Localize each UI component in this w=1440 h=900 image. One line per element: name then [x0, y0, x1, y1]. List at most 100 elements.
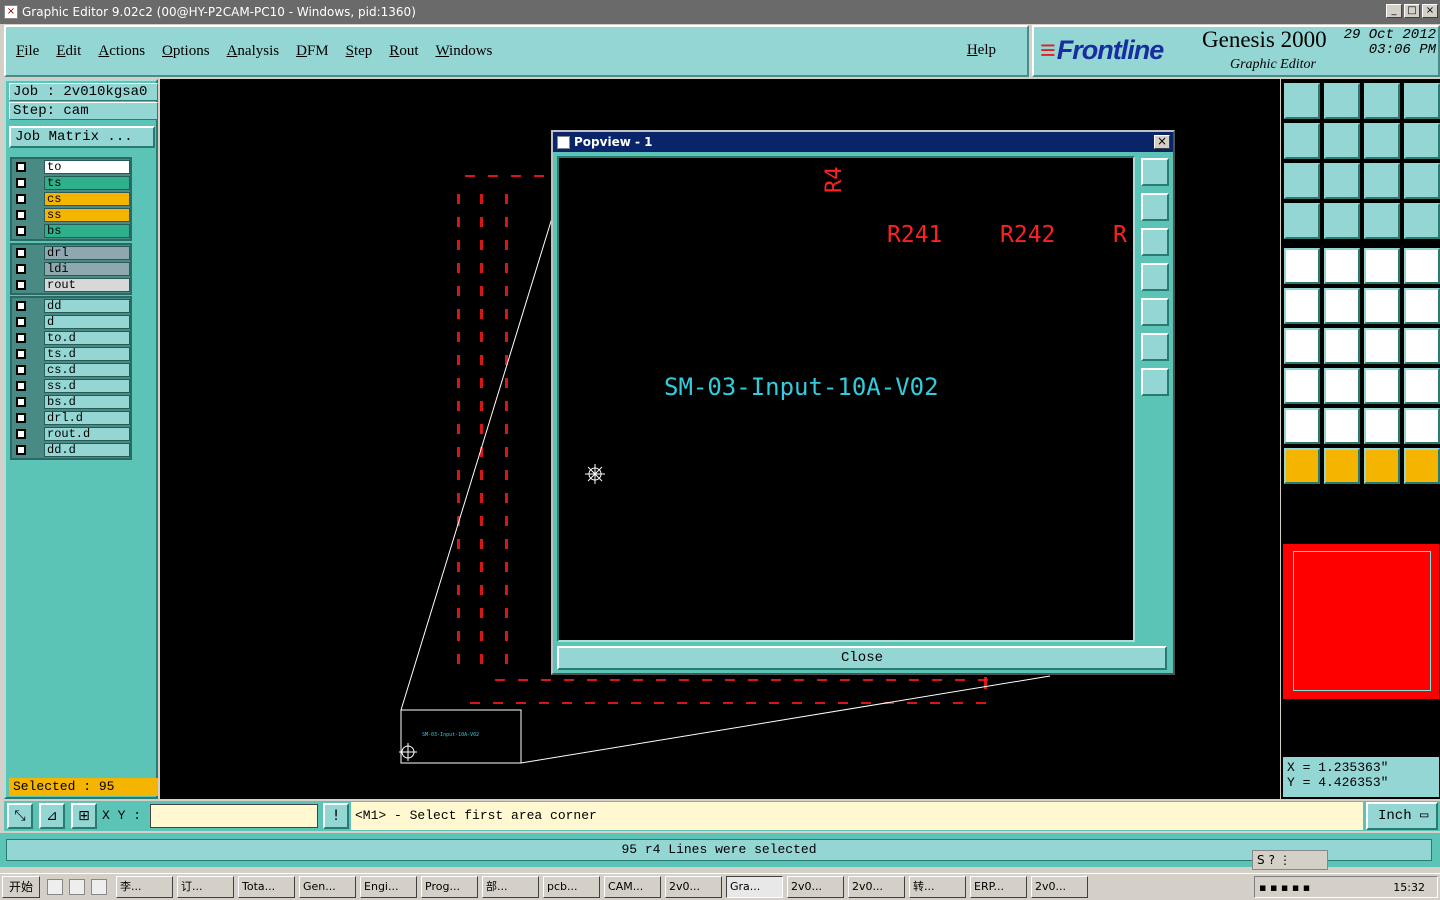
- taskbar-item[interactable]: pcb...: [543, 876, 601, 898]
- taskbar-item[interactable]: Gen...: [299, 876, 357, 898]
- layer-checkbox[interactable]: [16, 280, 26, 290]
- taskbar-item[interactable]: Engi...: [360, 876, 418, 898]
- layer-name[interactable]: dd: [44, 299, 130, 313]
- menu-windows[interactable]: Windows: [435, 43, 492, 60]
- layer-checkbox[interactable]: [16, 210, 26, 220]
- pv-pan-right-button[interactable]: [1141, 298, 1169, 326]
- menu-dfm[interactable]: DFM: [296, 43, 329, 60]
- pointer-c-icon[interactable]: [1364, 448, 1400, 484]
- close-window-button[interactable]: ×: [1422, 4, 1438, 18]
- exclamation-icon[interactable]: !: [323, 803, 349, 829]
- route-icon[interactable]: [1404, 448, 1440, 484]
- menu-rout[interactable]: Rout: [389, 43, 418, 60]
- arc-c-icon[interactable]: [1404, 408, 1440, 444]
- triangle-icon[interactable]: [1284, 408, 1320, 444]
- layer-checkbox[interactable]: [16, 365, 26, 375]
- start-button[interactable]: 开始: [2, 876, 41, 898]
- layer-name[interactable]: cs: [44, 192, 130, 206]
- pv-pan-left-button[interactable]: [1141, 263, 1169, 291]
- taskbar-item[interactable]: 2v0...: [1031, 876, 1089, 898]
- measure-icon[interactable]: ⊿: [39, 803, 65, 829]
- pv-zoom-out-button[interactable]: [1141, 368, 1169, 396]
- layer-checkbox[interactable]: [16, 381, 26, 391]
- pointer-icon[interactable]: [1284, 448, 1320, 484]
- layer-row-rout-d[interactable]: rout.d: [12, 426, 130, 442]
- arc-b-icon[interactable]: [1364, 408, 1400, 444]
- slash-icon[interactable]: [1324, 328, 1360, 364]
- pan-left-icon[interactable]: [1284, 123, 1320, 159]
- taskbar-item[interactable]: 订...: [177, 876, 235, 898]
- move-icon[interactable]: [1364, 288, 1400, 324]
- layer-checkbox[interactable]: [16, 349, 26, 359]
- taskbar-item[interactable]: 2v0...: [787, 876, 845, 898]
- layer-name[interactable]: ss: [44, 208, 130, 222]
- menu-edit[interactable]: Edit: [56, 43, 81, 60]
- grid-icon[interactable]: [1324, 203, 1360, 239]
- ruler-icon[interactable]: [1284, 203, 1320, 239]
- layer-row-ss[interactable]: ss: [12, 207, 130, 223]
- maximize-button[interactable]: □: [1404, 4, 1420, 18]
- layer-name[interactable]: ts: [44, 176, 130, 190]
- layer-name[interactable]: d: [44, 315, 130, 329]
- layer-name[interactable]: to: [44, 160, 130, 174]
- taskbar-item[interactable]: 2v0...: [848, 876, 906, 898]
- xy-input[interactable]: [150, 804, 318, 828]
- taskbar-item[interactable]: Prog...: [421, 876, 479, 898]
- taskbar-item[interactable]: 转...: [909, 876, 967, 898]
- layer-checkbox[interactable]: [16, 162, 26, 172]
- menu-analysis[interactable]: Analysis: [227, 43, 280, 60]
- layer-checkbox[interactable]: [16, 301, 26, 311]
- layer-row-dd-d[interactable]: dd.d: [12, 442, 130, 458]
- layer-name[interactable]: ts.d: [44, 347, 130, 361]
- graphic-canvas[interactable]: SM-03-Input-10A-V02 Popview - 1 × R4 R24…: [160, 79, 1280, 799]
- add-node-icon[interactable]: [1284, 288, 1320, 324]
- quicklaunch-icon-3[interactable]: [91, 879, 108, 895]
- arc-a-icon[interactable]: [1324, 408, 1360, 444]
- layer-name[interactable]: to.d: [44, 331, 130, 345]
- menu-step[interactable]: Step: [346, 43, 373, 60]
- snap-icon[interactable]: ⤡: [7, 803, 33, 829]
- layer-row-d[interactable]: d: [12, 314, 130, 330]
- delete-icon[interactable]: [1324, 288, 1360, 324]
- layer-checkbox[interactable]: [16, 248, 26, 258]
- layer-preview[interactable]: [1283, 544, 1439, 699]
- layer-checkbox[interactable]: [16, 194, 26, 204]
- menu-options[interactable]: Options: [162, 43, 210, 60]
- layer-checkbox[interactable]: [16, 264, 26, 274]
- layer-row-to-d[interactable]: to.d: [12, 330, 130, 346]
- layer-checkbox[interactable]: [16, 397, 26, 407]
- layer-checkbox[interactable]: [16, 178, 26, 188]
- layer-checkbox[interactable]: [16, 333, 26, 343]
- layer-name[interactable]: drl.d: [44, 411, 130, 425]
- layer-name[interactable]: drl: [44, 246, 130, 260]
- layer-checkbox[interactable]: [16, 429, 26, 439]
- layer-row-to[interactable]: to: [12, 159, 130, 175]
- taskbar-item[interactable]: ERP...: [970, 876, 1028, 898]
- pv-pan-up-button[interactable]: [1141, 193, 1169, 221]
- layer-checkbox[interactable]: [16, 226, 26, 236]
- popview-viewport[interactable]: R4 R241 R242 R SM-03-Input-10A-V02: [557, 156, 1135, 642]
- scale-1-2-icon[interactable]: [1364, 163, 1400, 199]
- job-matrix-button[interactable]: Job Matrix ...: [9, 126, 155, 148]
- layer-checkbox[interactable]: [16, 445, 26, 455]
- layer-down-icon[interactable]: [1324, 83, 1360, 119]
- layer-name[interactable]: bs.d: [44, 395, 130, 409]
- tray-icons[interactable]: ▪ ▪ ▪ ▪ ▪: [1259, 881, 1310, 894]
- mirror-icon[interactable]: [1404, 328, 1440, 364]
- scroll-icon[interactable]: ⋮: [1279, 853, 1291, 867]
- unit-selector[interactable]: Inch ▭: [1366, 802, 1438, 830]
- filter-a-icon[interactable]: [1364, 203, 1400, 239]
- layer-row-ts[interactable]: ts: [12, 175, 130, 191]
- filter-b-icon[interactable]: [1404, 203, 1440, 239]
- pad-icon[interactable]: [1284, 248, 1320, 284]
- s-icon[interactable]: S: [1257, 853, 1265, 867]
- taskbar-item[interactable]: Tota...: [238, 876, 296, 898]
- pan-right-icon[interactable]: [1324, 123, 1360, 159]
- taskbar-item[interactable]: Gra...: [726, 876, 784, 898]
- quicklaunch-icon-1[interactable]: [47, 879, 64, 895]
- quicklaunch-icon-2[interactable]: [69, 879, 86, 895]
- layer-row-bs[interactable]: bs: [12, 223, 130, 239]
- menu-help[interactable]: Help: [967, 42, 996, 59]
- rotate-icon[interactable]: [1364, 328, 1400, 364]
- pv-zoom-fit-button[interactable]: [1141, 158, 1169, 186]
